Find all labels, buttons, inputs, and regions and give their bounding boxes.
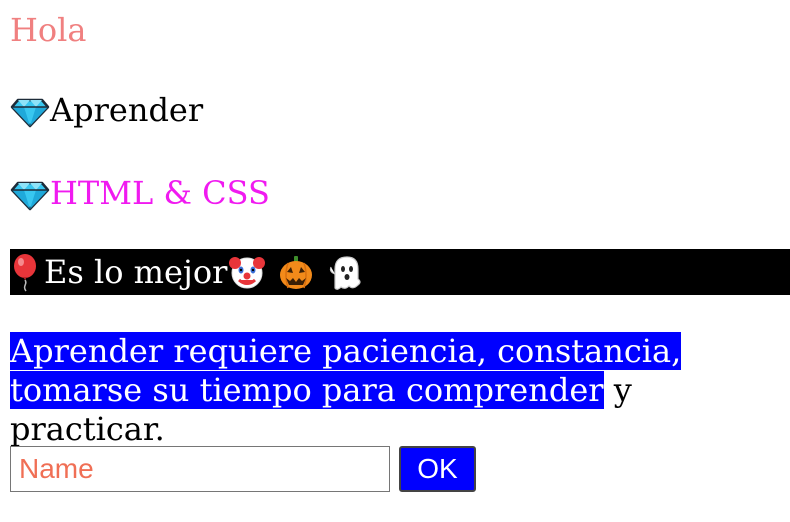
list-item-html-css: HTML & CSS [10,173,270,213]
paragraph: Aprender requiere paciencia, constancia,… [10,332,790,449]
highlighted-text: Aprender requiere paciencia, constancia,… [10,332,682,409]
gem-icon [10,173,50,213]
list-item-label: Aprender [50,91,204,129]
ok-button[interactable]: OK [399,446,476,492]
clown-face-icon [227,252,267,292]
greeting-heading: Hola [10,11,87,49]
jack-o-lantern-icon [276,252,316,292]
ghost-icon [325,252,365,292]
banner-text: Es lo mejor [44,253,228,291]
page: Hola Aprender HTML & CSS Es lo mejor Apr… [0,0,790,522]
list-item-label: HTML & CSS [50,174,270,212]
banner: Es lo mejor [10,249,790,295]
list-item-aprender: Aprender [10,90,203,130]
gem-icon [10,90,50,130]
name-form: OK [10,446,476,492]
name-input[interactable] [10,446,390,492]
balloon-icon [10,252,44,292]
